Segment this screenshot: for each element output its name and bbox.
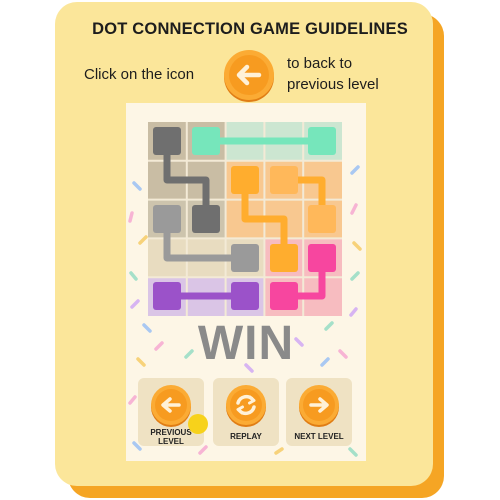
forward-arrow-icon: [299, 385, 339, 427]
dot-dark-gray-start: [153, 127, 181, 155]
dot-dark-gray-end: [192, 205, 220, 233]
instruction-text-left: Click on the icon: [84, 66, 195, 83]
next-level-label: NEXT LEVEL: [294, 432, 344, 441]
dot-pink-end: [270, 282, 298, 310]
dot-orange-2-end: [308, 205, 336, 233]
dot-orange-1-end: [270, 244, 298, 272]
instruction-text-right: to back to previous level: [287, 53, 379, 95]
dot-orange-1-start: [231, 166, 259, 194]
win-status-text: WIN: [197, 317, 295, 370]
instruction-right-line1: to back to: [287, 55, 353, 72]
back-arrow-icon: [151, 385, 191, 427]
game-screen: WIN PREVIOUS LEVEL REPLAY NEXT LEVEL: [126, 103, 366, 461]
instruction-right-line2: previous level: [287, 76, 379, 93]
replay-icon: [226, 385, 266, 427]
guidelines-title: DOT CONNECTION GAME GUIDELINES: [92, 20, 408, 38]
dot-orange-2-start: [270, 166, 298, 194]
previous-level-label-line2: LEVEL: [158, 437, 184, 446]
dot-light-gray-end: [231, 244, 259, 272]
dot-purple-start: [153, 282, 181, 310]
replay-button[interactable]: REPLAY: [213, 378, 279, 446]
dot-purple-end: [231, 282, 259, 310]
game-board[interactable]: [148, 122, 342, 316]
replay-label: REPLAY: [230, 432, 262, 441]
dot-pink-start: [308, 244, 336, 272]
click-indicator: [188, 414, 208, 434]
back-arrow-icon: [224, 50, 274, 102]
dot-green-end: [308, 127, 336, 155]
dot-light-gray-start: [153, 205, 181, 233]
previous-level-button[interactable]: PREVIOUS LEVEL: [138, 378, 204, 446]
dot-green-start: [192, 127, 220, 155]
next-level-button[interactable]: NEXT LEVEL: [286, 378, 352, 446]
